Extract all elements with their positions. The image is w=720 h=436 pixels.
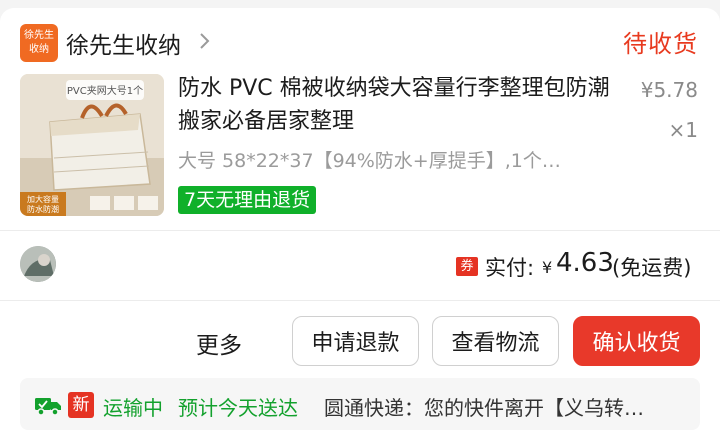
order-status: 待收货 <box>623 30 698 58</box>
divider <box>0 300 720 301</box>
avatar[interactable] <box>20 246 56 282</box>
paid-currency: ¥ <box>542 258 553 277</box>
new-tag: 新 <box>68 392 94 418</box>
return-policy-badge: 7天无理由退货 <box>178 186 317 214</box>
chevron-right-icon[interactable] <box>194 30 216 52</box>
shop-name-link[interactable]: 徐先生收纳 <box>66 26 181 60</box>
truck-icon <box>35 398 61 416</box>
product-thumbnail[interactable]: PVC夹网大号1个 加大容量 防水防潮 <box>20 74 164 216</box>
paid-label: 实付: <box>485 256 535 280</box>
coupon-icon: 券 <box>456 257 478 276</box>
product-quantity: ×1 <box>668 118 698 142</box>
product-price: ¥5.78 <box>640 78 698 102</box>
confirm-receipt-button[interactable]: 确认收货 <box>573 316 700 366</box>
view-logistics-button[interactable]: 查看物流 <box>432 316 559 366</box>
delivery-eta: 预计今天送达 <box>178 396 298 420</box>
tracking-detail: 圆通快递：您的快件离开【义乌转… <box>324 396 644 420</box>
shipping-note: (免运费) <box>612 256 692 280</box>
thumb-top-label: PVC夹网大号1个 <box>67 84 143 97</box>
thumb-bottom-label-2: 防水防潮 <box>27 204 59 214</box>
product-title[interactable]: 防水 PVC 棉被收纳袋大容量行李整理包防潮搬家必备居家整理 <box>178 72 618 138</box>
thumb-bottom-label-1: 加大容量 <box>27 194 59 204</box>
shop-logo[interactable]: 徐先生 收纳 <box>20 24 58 62</box>
shop-logo-text-1: 徐先生 <box>24 30 54 41</box>
product-sku: 大号 58*22*37【94%防水+厚提手】,1个… <box>178 150 561 172</box>
transit-status: 运输中 <box>103 396 163 420</box>
divider <box>0 230 720 231</box>
avatar-image-icon <box>20 246 56 282</box>
paid-amount: 4.63 <box>556 248 614 278</box>
shop-logo-text-2: 收纳 <box>29 44 49 55</box>
product-image-icon: PVC夹网大号1个 加大容量 防水防潮 <box>20 74 164 216</box>
request-refund-button[interactable]: 申请退款 <box>292 316 419 366</box>
more-button[interactable]: 更多 <box>196 326 242 360</box>
